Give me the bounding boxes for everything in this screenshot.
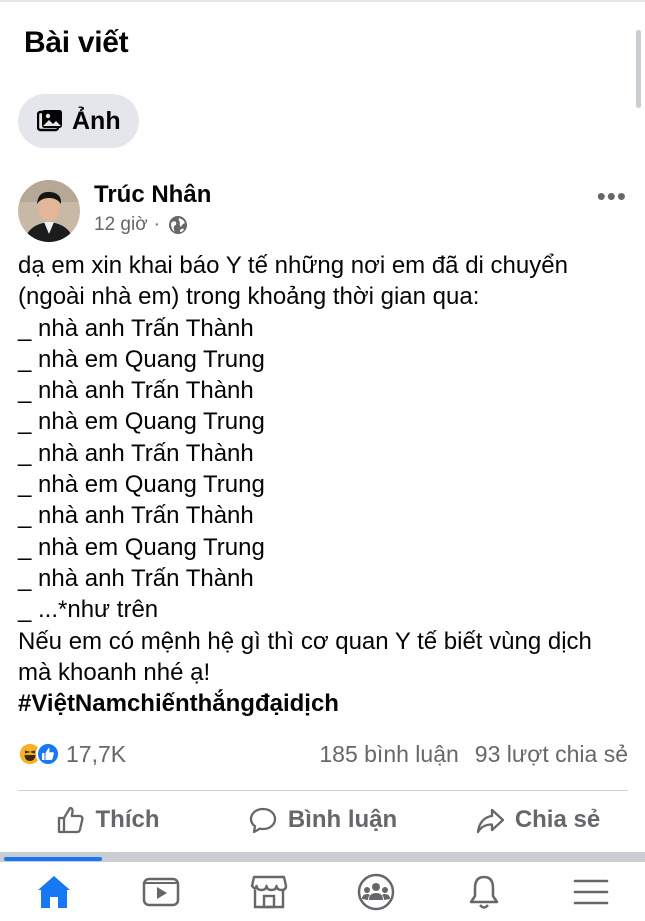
comment-count[interactable]: 185 bình luận (319, 741, 458, 768)
bottom-tab-bar (0, 862, 645, 921)
stats-divider (18, 790, 628, 791)
post-line: _ ...*như trên (18, 596, 159, 624)
active-tab-indicator (4, 857, 102, 861)
groups-icon (358, 873, 395, 910)
like-button[interactable]: Thích (0, 796, 215, 844)
more-options-icon[interactable]: ••• (597, 183, 627, 209)
reaction-count[interactable]: 17,7K (66, 741, 126, 768)
share-button[interactable]: Chia sẻ (430, 796, 645, 844)
marketplace-icon (250, 875, 287, 908)
post-line: _ nhà anh Trấn Thành (18, 439, 254, 467)
post-stats: 17,7K 185 bình luận 93 lượt chia sẻ (18, 738, 628, 770)
globe-icon (169, 216, 187, 234)
photos-filter-chip[interactable]: Ảnh (18, 94, 139, 148)
top-divider (0, 0, 645, 2)
photo-icon (37, 110, 62, 132)
tab-watch[interactable] (108, 862, 216, 921)
post-line: _ nhà anh Trấn Thành (18, 502, 254, 530)
photos-filter-label: Ảnh (72, 106, 121, 135)
watch-icon (143, 877, 180, 906)
post-actions: Thích Bình luận Chia sẻ (0, 796, 645, 844)
post-time[interactable]: 12 giờ (94, 214, 148, 236)
menu-icon (573, 879, 609, 904)
post-line: mà khoanh nhé ạ! (18, 658, 211, 686)
tab-notifications[interactable] (430, 862, 538, 921)
comment-icon (249, 807, 276, 834)
tab-menu[interactable] (538, 862, 645, 921)
comment-label: Bình luận (287, 806, 398, 833)
home-icon (37, 875, 70, 908)
share-count[interactable]: 93 lượt chia sẻ (475, 741, 628, 768)
reaction-summary[interactable] (18, 742, 60, 766)
like-icon (36, 742, 60, 766)
post-line: _ nhà em Quang Trung (18, 471, 265, 499)
post-body: dạ em xin khai báo Y tế những nơi em đã … (18, 250, 633, 719)
share-icon (476, 808, 504, 834)
avatar[interactable] (18, 180, 80, 242)
thumbs-up-icon (57, 806, 84, 834)
scrollbar[interactable] (636, 30, 641, 108)
post-author-name[interactable]: Trúc Nhân (94, 181, 211, 209)
share-label: Chia sẻ (514, 806, 601, 833)
meta-separator: · (153, 214, 160, 235)
tab-home[interactable] (0, 862, 108, 921)
post-meta: 12 giờ · (94, 214, 188, 236)
post-line: (ngoài nhà em) trong khoảng thời gian qu… (18, 283, 480, 311)
comment-button[interactable]: Bình luận (215, 796, 430, 844)
post-line: dạ em xin khai báo Y tế những nơi em đã … (18, 252, 568, 279)
post-line: _ nhà em Quang Trung (18, 408, 265, 436)
like-label: Thích (95, 806, 160, 833)
post-line: _ nhà em Quang Trung (18, 533, 265, 561)
post-line: _ nhà anh Trấn Thành (18, 564, 254, 592)
tab-groups[interactable] (323, 862, 431, 921)
section-title: Bài viết (24, 26, 129, 59)
post-line: _ nhà em Quang Trung (18, 345, 265, 373)
bell-icon (469, 875, 498, 909)
tab-marketplace[interactable] (215, 862, 323, 921)
post-line: _ nhà anh Trấn Thành (18, 377, 254, 405)
post-line: _ nhà anh Trấn Thành (18, 314, 254, 342)
post-hashtag[interactable]: #ViệtNamchiếnthắngđạidịch (18, 688, 633, 719)
post-line: Nếu em có mệnh hệ gì thì cơ quan Y tế bi… (18, 627, 592, 655)
